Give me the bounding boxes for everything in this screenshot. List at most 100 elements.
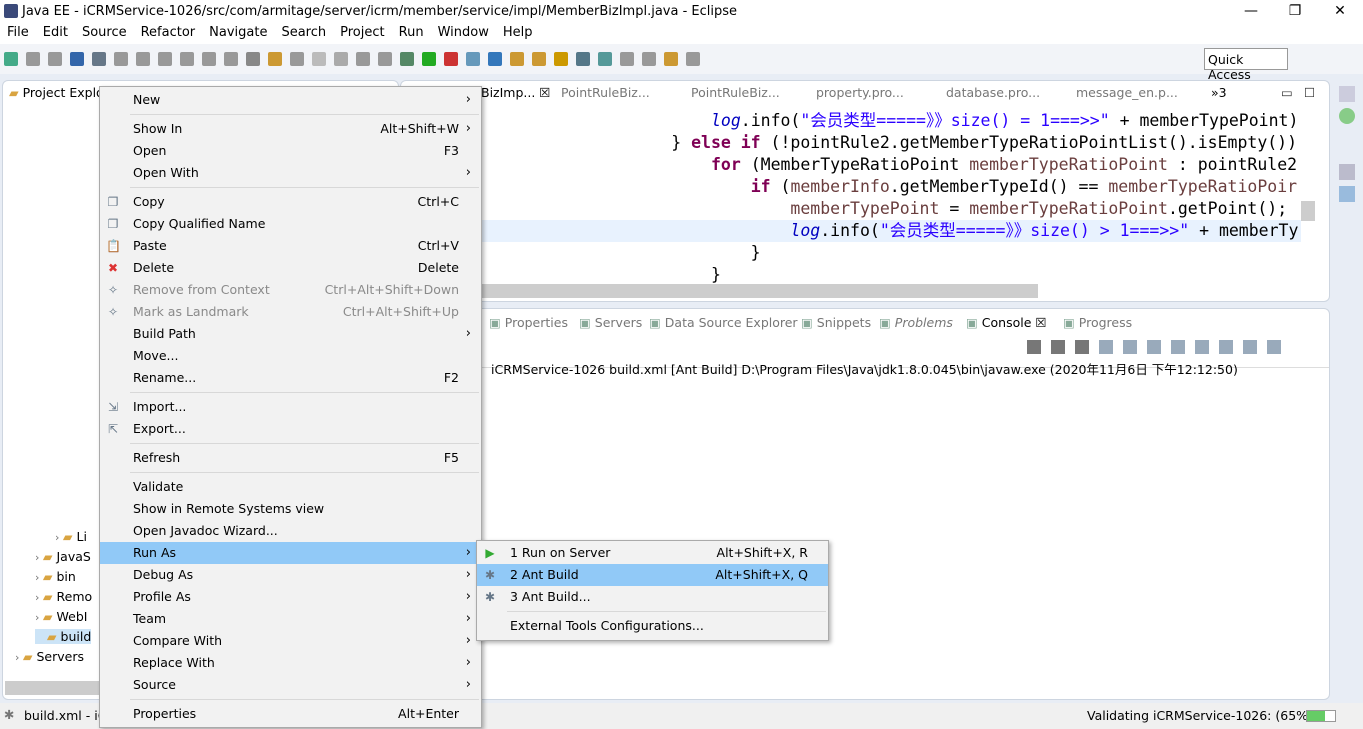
editor-vertical-scrollbar[interactable] [1301,201,1315,221]
pin-console-icon[interactable] [1219,340,1233,354]
menu-help[interactable]: Help [496,22,540,40]
menu-item-export[interactable]: ⇱ Export... [100,418,481,440]
toolbar-button-icon[interactable] [620,52,634,66]
expand-chevron-icon[interactable]: › [55,531,63,544]
tab-project-explorer[interactable]: ▰ Project Explo [9,85,104,100]
toolbar-button-icon[interactable] [576,52,590,66]
toolbar-button-icon[interactable] [444,52,458,66]
menu-item-replace-with[interactable]: Replace With › [100,652,481,674]
menu-item-delete[interactable]: ✖ Delete Delete [100,257,481,279]
toolbar-button-icon[interactable] [136,52,150,66]
toolbar-button-icon[interactable] [334,52,348,66]
terminate-icon[interactable] [1027,340,1041,354]
progress-bar[interactable] [1306,710,1336,722]
toolbar-button-icon[interactable] [642,52,656,66]
menu-item-validate[interactable]: Validate [100,476,481,498]
menu-item-debug-as[interactable]: Debug As › [100,564,481,586]
toolbar-button-icon[interactable] [532,52,546,66]
tree-item[interactable]: › ▰ Servers [15,649,84,664]
scroll-lock-icon[interactable] [1123,340,1137,354]
menu-item-open-with[interactable]: Open With › [100,162,481,184]
menu-item-source[interactable]: Source › [100,674,481,696]
menu-run[interactable]: Run [392,22,431,40]
menu-item-copy-qualified-name[interactable]: ❐ Copy Qualified Name [100,213,481,235]
tab-properties[interactable]: ▣ Properties [489,315,568,330]
tab-data-source-explorer[interactable]: ▣ Data Source Explorer [649,315,798,330]
toolbar-button-icon[interactable] [224,52,238,66]
menu-window[interactable]: Window [431,22,496,40]
menu-item-compare-with[interactable]: Compare With › [100,630,481,652]
menu-item-move[interactable]: Move... [100,345,481,367]
editor-tab[interactable]: PointRuleBiz... [691,85,780,100]
menu-item-new[interactable]: New › [100,89,481,111]
toolbar-button-icon[interactable] [114,52,128,66]
java-ee-perspective-icon[interactable] [1339,108,1355,124]
toolbar-button-icon[interactable] [686,52,700,66]
toolbar-button-icon[interactable] [400,52,414,66]
toolbar-button-icon[interactable] [466,52,480,66]
editor-tab[interactable]: message_en.p... [1076,85,1178,100]
toolbar-button-icon[interactable] [202,52,216,66]
menu-project[interactable]: Project [333,22,391,40]
toolbar-button-icon[interactable] [510,52,524,66]
restore-button[interactable]: ❐ [1272,0,1318,22]
tree-item[interactable]: ▰ build [35,629,92,644]
toolbar-button-icon[interactable] [26,52,40,66]
show-on-stdout-icon[interactable] [1171,340,1185,354]
tree-item[interactable]: › ▰ JavaS [35,549,91,564]
close-button[interactable]: ✕ [1317,0,1363,22]
toolbar-button-icon[interactable] [290,52,304,66]
toolbar-button-icon[interactable] [488,52,502,66]
menu-source[interactable]: Source [75,22,134,40]
tab-progress[interactable]: ▣ Progress [1063,315,1132,330]
tab-console[interactable]: ▣ Console ☒ [966,315,1047,330]
code-area[interactable]: log.info("会员类型=====》》size() = 1===>>" + … [401,110,1312,286]
toolbar-button-icon[interactable] [356,52,370,66]
remove-all-icon[interactable] [1075,340,1089,354]
menu-item-paste[interactable]: 📋 Paste Ctrl+V [100,235,481,257]
word-wrap-icon[interactable] [1147,340,1161,354]
menu-item-build-path[interactable]: Build Path › [100,323,481,345]
close-tab-icon[interactable]: ☒ [535,85,550,100]
menu-item-run-as[interactable]: Run As › [100,542,481,564]
expand-chevron-icon[interactable]: › [35,591,43,604]
editor-tab[interactable]: PointRuleBiz... [561,85,650,100]
menu-item-properties[interactable]: Properties Alt+Enter [100,703,481,725]
tab-overflow-button[interactable]: »3 [1211,85,1227,100]
toolbar-button-icon[interactable] [378,52,392,66]
toolbar-button-icon[interactable] [180,52,194,66]
minimize-button[interactable]: — [1228,0,1274,22]
toolbar-button-icon[interactable] [70,52,84,66]
tree-item[interactable]: › ▰ WebI [35,609,87,624]
menu-file[interactable]: File [0,22,36,40]
menu-edit[interactable]: Edit [36,22,75,40]
editor-tab[interactable]: BizImp... ☒ [481,85,551,100]
menu-item-refresh[interactable]: Refresh F5 [100,447,481,469]
remove-launch-icon[interactable] [1051,340,1065,354]
expand-chevron-icon[interactable]: › [35,551,43,564]
menu-item-rename[interactable]: Rename... F2 [100,367,481,389]
expand-chevron-icon[interactable]: › [15,651,23,664]
minimize-view-icon[interactable]: ▭ [1281,85,1293,100]
editor-tab[interactable]: property.pro... [816,85,904,100]
menu-item-2-ant-build[interactable]: ✱ 2 Ant Build Alt+Shift+X, Q [477,564,828,586]
display-console-icon[interactable] [1243,340,1257,354]
open-console-icon[interactable] [1267,340,1281,354]
horizontal-scrollbar[interactable] [5,681,101,695]
expand-chevron-icon[interactable]: › [35,571,43,584]
code-editor[interactable]: BizImp... ☒ PointRuleBiz... PointRuleBiz..… [400,80,1330,302]
toolbar-button-icon[interactable] [422,52,436,66]
outline-icon[interactable] [1339,164,1355,180]
menu-item-show-in[interactable]: Show In Alt+Shift+W › [100,118,481,140]
show-on-stderr-icon[interactable] [1195,340,1209,354]
menu-item-show-in-remote-systems-view[interactable]: Show in Remote Systems view [100,498,481,520]
toolbar-button-icon[interactable] [48,52,62,66]
tab-snippets[interactable]: ▣ Snippets [801,315,871,330]
menu-item-profile-as[interactable]: Profile As › [100,586,481,608]
menu-item-open[interactable]: Open F3 [100,140,481,162]
expand-chevron-icon[interactable]: › [35,611,43,624]
task-list-icon[interactable] [1339,186,1355,202]
menu-item-copy[interactable]: ❐ Copy Ctrl+C [100,191,481,213]
toolbar-button-icon[interactable] [4,52,18,66]
toolbar-button-icon[interactable] [664,52,678,66]
